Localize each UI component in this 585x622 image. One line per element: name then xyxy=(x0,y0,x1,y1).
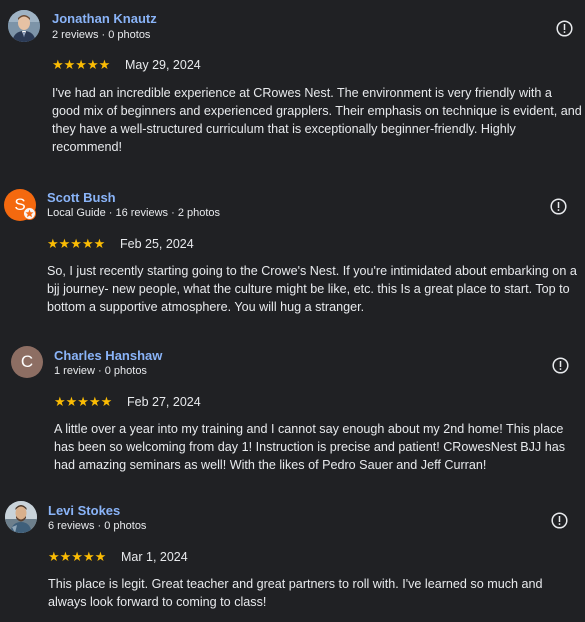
review-card: Levi Stokes 6 reviews · 0 photos ★★★★★ M… xyxy=(0,0,585,622)
star-rating: ★★★★★ xyxy=(48,549,107,564)
report-info-icon[interactable] xyxy=(550,511,568,529)
review-text: This place is legit. Great teacher and g… xyxy=(48,577,543,609)
reviewer-stats: 6 reviews · 0 photos xyxy=(48,520,147,532)
reviewer-name[interactable]: Levi Stokes xyxy=(48,503,120,518)
reviewer-avatar[interactable] xyxy=(5,501,37,533)
review-date: Mar 1, 2024 xyxy=(121,550,188,564)
person-photo-icon xyxy=(5,501,37,533)
